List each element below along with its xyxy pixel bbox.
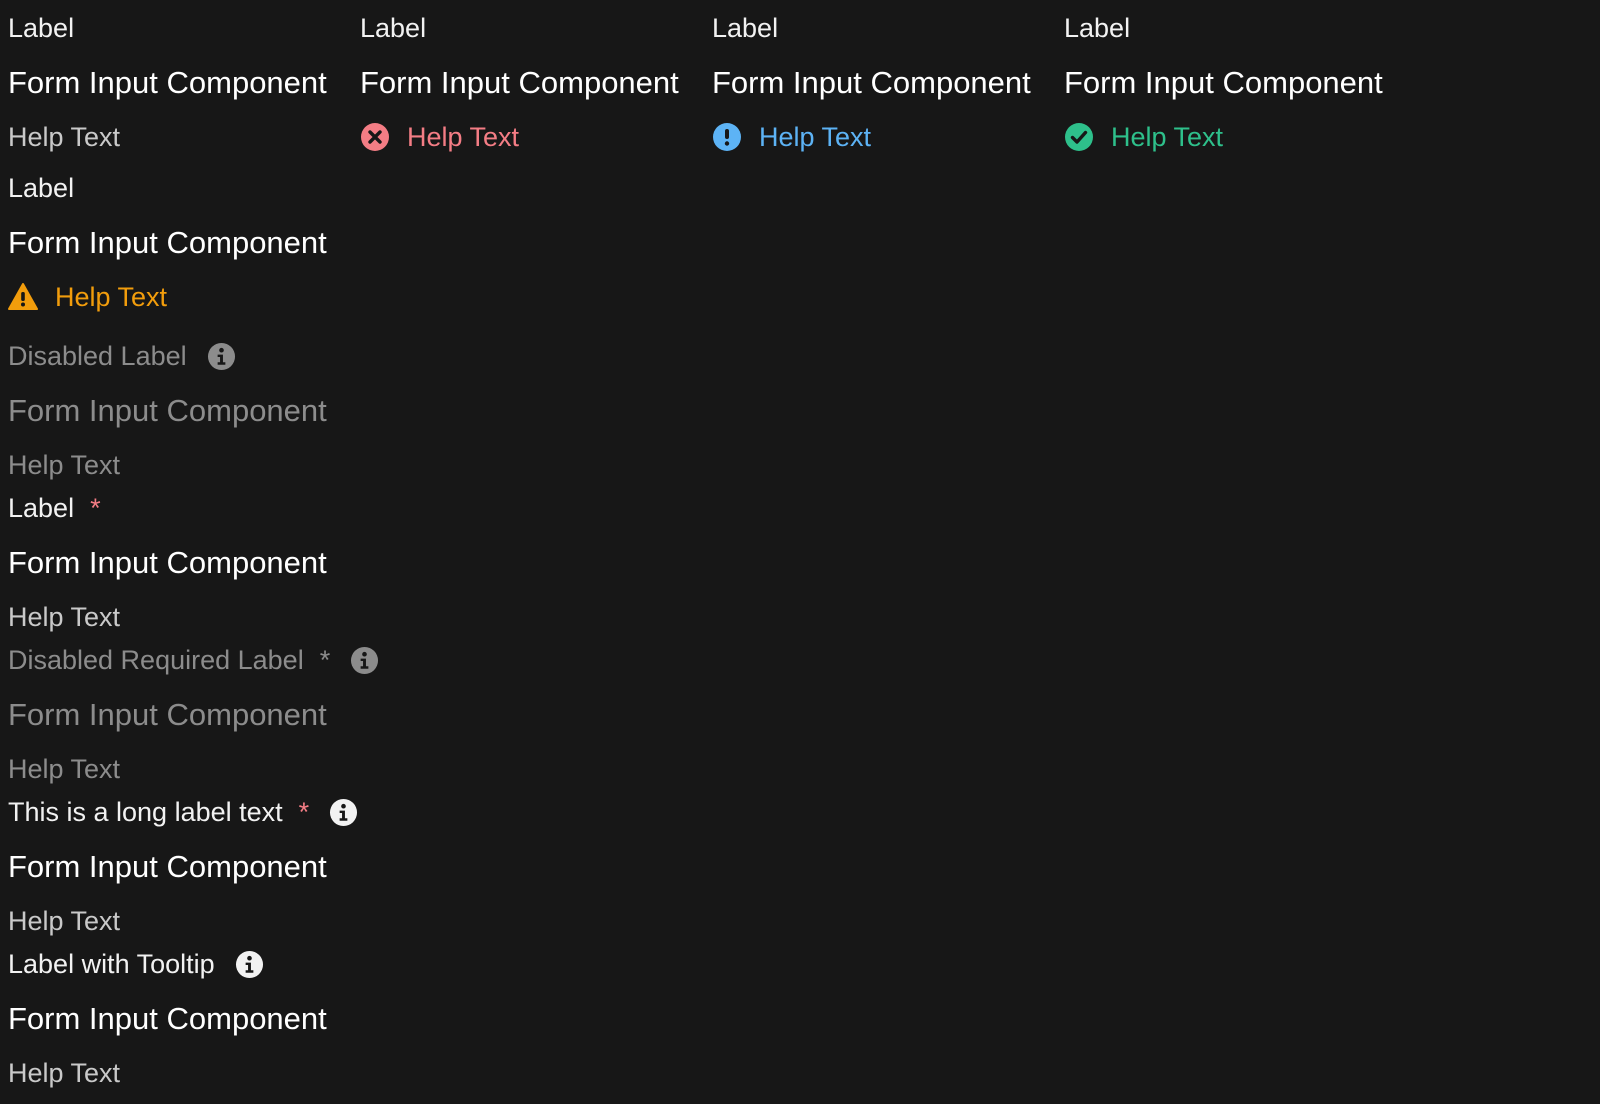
- required-asterisk: *: [319, 645, 331, 675]
- field-label: Label with Tooltip: [8, 949, 264, 979]
- required-asterisk: *: [298, 797, 310, 827]
- info-icon[interactable]: [350, 646, 379, 675]
- field-label-text: Label: [1064, 13, 1131, 43]
- field-label-text: Disabled Label: [8, 341, 187, 371]
- field-label-text: Label: [8, 173, 75, 203]
- info-icon[interactable]: [207, 342, 236, 371]
- field-label-text: Label: [360, 13, 427, 43]
- field-label-disabled: Disabled Required Label *: [8, 645, 379, 675]
- help-text-error: Help Text: [360, 122, 519, 152]
- check-circle-icon: [1064, 122, 1094, 152]
- info-exclamation-icon: [712, 122, 742, 152]
- field-label-text: Label: [8, 493, 75, 523]
- help-text-content: Help Text: [759, 122, 872, 152]
- form-input[interactable]: Form Input Component: [8, 543, 327, 583]
- form-input[interactable]: Form Input Component: [712, 63, 1031, 103]
- help-text-warning: Help Text: [8, 282, 167, 312]
- form-input-disabled: Form Input Component: [8, 393, 327, 428]
- help-text-content: Help Text: [8, 754, 121, 784]
- required-asterisk: *: [90, 493, 101, 523]
- help-text-content: Help Text: [8, 450, 121, 480]
- help-text: Help Text: [8, 1058, 120, 1088]
- help-text-content: Help Text: [55, 282, 168, 312]
- field-label-text: This is a long label text: [8, 797, 283, 827]
- help-text-content: Help Text: [8, 122, 121, 152]
- field-label: Label: [360, 13, 426, 43]
- help-text-content: Help Text: [407, 122, 520, 152]
- form-input[interactable]: Form Input Component: [360, 63, 679, 103]
- help-text-content: Help Text: [1111, 122, 1224, 152]
- form-input[interactable]: Form Input Component: [8, 847, 327, 887]
- form-input-disabled: Form Input Component: [8, 697, 327, 732]
- field-label: Label: [8, 13, 74, 43]
- field-label: Label *: [8, 493, 101, 523]
- form-input[interactable]: Form Input Component: [8, 223, 327, 263]
- help-text-content: Help Text: [8, 602, 121, 632]
- help-text-content: Help Text: [8, 1058, 121, 1088]
- error-x-icon: [360, 122, 390, 152]
- help-text: Help Text: [8, 602, 120, 632]
- field-label: Label: [712, 13, 778, 43]
- help-text: Help Text: [8, 122, 120, 152]
- help-text-content: Help Text: [8, 906, 121, 936]
- field-label-text: Label with Tooltip: [8, 949, 215, 979]
- form-input[interactable]: Form Input Component: [8, 63, 327, 103]
- field-label-text: Disabled Required Label: [8, 645, 304, 675]
- tooltip-info-icon[interactable]: [235, 950, 264, 979]
- warning-triangle-icon: [8, 282, 38, 312]
- form-input[interactable]: Form Input Component: [8, 999, 327, 1039]
- field-label: Label: [8, 173, 74, 203]
- field-label-disabled: Disabled Label: [8, 341, 236, 371]
- field-label-text: Label: [712, 13, 779, 43]
- field-label: This is a long label text *: [8, 797, 358, 827]
- help-text: Help Text: [8, 906, 120, 936]
- help-text: Help Text: [8, 450, 120, 480]
- field-label: Label: [1064, 13, 1130, 43]
- help-text-success: Help Text: [1064, 122, 1223, 152]
- form-input[interactable]: Form Input Component: [1064, 63, 1383, 103]
- field-label-text: Label: [8, 13, 75, 43]
- help-text-info: Help Text: [712, 122, 871, 152]
- help-text: Help Text: [8, 754, 120, 784]
- info-icon[interactable]: [329, 798, 358, 827]
